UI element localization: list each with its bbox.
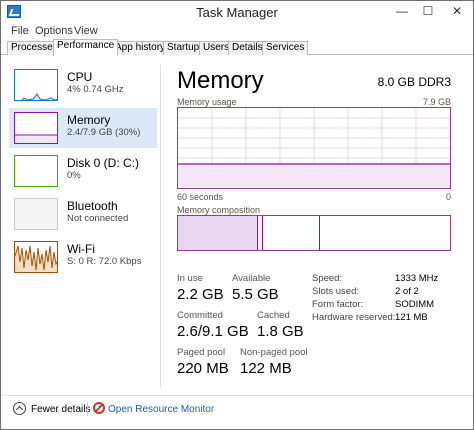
title-bar[interactable]: Task Manager — ☐ ✕ (1, 1, 473, 23)
available-value: 5.5 GB (232, 286, 279, 303)
in-use-label: In use (177, 273, 203, 284)
cached-value: 1.8 GB (257, 323, 304, 340)
form-factor-label: Form factor: (312, 299, 364, 310)
disk-label: Disk 0 (D: C:) (67, 156, 139, 170)
cpu-label: CPU (67, 70, 93, 84)
bluetooth-status: Not connected (67, 213, 129, 224)
resource-sidebar: CPU 4% 0.74 GHz Memory 2.4/7.9 GB (30%) … (9, 65, 159, 385)
composition-in-use[interactable] (178, 216, 258, 250)
available-label: Available (232, 273, 271, 284)
speed-label: Speed: (312, 273, 343, 284)
memory-thumbnail-graph (14, 112, 58, 144)
memory-usage: 2.4/7.9 GB (30%) (67, 127, 141, 138)
tab-startup[interactable]: Startup (163, 41, 204, 55)
tab-details[interactable]: Details (228, 41, 267, 55)
sidebar-item-bluetooth[interactable]: Bluetooth Not connected (9, 194, 157, 234)
menu-options[interactable]: Options (35, 25, 73, 37)
composition-standby[interactable] (264, 216, 320, 250)
paged-pool-value: 220 MB (177, 360, 229, 377)
page-title: Memory (177, 67, 264, 94)
footer-separator (87, 402, 88, 416)
nonpaged-pool-value: 122 MB (240, 360, 292, 377)
wifi-thumbnail-graph (14, 241, 58, 273)
memory-usage-graph (177, 107, 451, 189)
open-resource-monitor-link[interactable]: Open Resource Monitor (108, 404, 214, 415)
cpu-thumbnail-graph (14, 69, 58, 101)
fewer-details-link[interactable]: Fewer details (31, 404, 90, 415)
close-button[interactable]: ✕ (441, 1, 473, 21)
cpu-usage: 4% 0.74 GHz (67, 84, 124, 95)
speed-value: 1333 MHz (395, 273, 439, 284)
tab-strip: Processes Performance App history Startu… (1, 39, 473, 56)
tab-app-history[interactable]: App history (111, 41, 170, 55)
panel-divider[interactable] (160, 65, 161, 387)
sidebar-item-wifi[interactable]: Wi-Fi S: 0 R: 72.0 Kbps (9, 237, 157, 277)
form-factor-value: SODIMM (395, 299, 435, 310)
memory-usage-max: 7.9 GB (422, 97, 451, 107)
memory-usage-label: Memory usage (177, 97, 237, 107)
graph-time-zero: 0 (445, 192, 451, 202)
resource-monitor-icon[interactable] (93, 402, 105, 414)
bluetooth-label: Bluetooth (67, 199, 118, 213)
hardware-reserved-value: 121 MB (395, 312, 428, 323)
slots-label: Slots used: (312, 286, 359, 297)
menu-file[interactable]: File (11, 25, 29, 37)
composition-modified[interactable] (258, 216, 263, 250)
cached-label: Cached (257, 310, 290, 321)
slots-value: 2 of 2 (395, 286, 419, 297)
committed-label: Committed (177, 310, 223, 321)
paged-pool-label: Paged pool (177, 347, 226, 358)
memory-spec: 8.0 GB DDR3 (377, 75, 451, 89)
nonpaged-pool-label: Non-paged pool (240, 347, 308, 358)
hardware-reserved-label: Hardware reserved: (312, 312, 396, 323)
sidebar-item-cpu[interactable]: CPU 4% 0.74 GHz (9, 65, 157, 105)
tab-services[interactable]: Services (262, 41, 309, 55)
sidebar-item-memory[interactable]: Memory 2.4/7.9 GB (30%) (9, 108, 157, 148)
graph-time-span: 60 seconds (177, 192, 224, 202)
footer-bar: Fewer details Open Resource Monitor (1, 395, 473, 423)
memory-composition-bar (177, 215, 451, 251)
wifi-label: Wi-Fi (67, 242, 95, 256)
menu-view[interactable]: View (74, 25, 98, 37)
memory-label: Memory (67, 113, 111, 127)
composition-free[interactable] (321, 216, 450, 250)
chevron-up-icon[interactable] (13, 402, 26, 415)
committed-value: 2.6/9.1 GB (177, 323, 249, 340)
maximize-button[interactable]: ☐ (415, 1, 441, 21)
disk-thumbnail-graph (14, 155, 58, 187)
memory-composition-label: Memory composition (177, 205, 261, 215)
wifi-throughput: S: 0 R: 72.0 Kbps (67, 256, 142, 267)
in-use-value: 2.2 GB (177, 286, 224, 303)
bluetooth-thumbnail-graph (14, 198, 58, 230)
task-manager-window: Task Manager — ☐ ✕ File Options View Pro… (0, 0, 474, 430)
disk-usage: 0% (67, 170, 81, 181)
sidebar-item-disk[interactable]: Disk 0 (D: C:) 0% (9, 151, 157, 191)
tab-performance[interactable]: Performance (53, 39, 119, 56)
minimize-button[interactable]: — (389, 1, 415, 21)
